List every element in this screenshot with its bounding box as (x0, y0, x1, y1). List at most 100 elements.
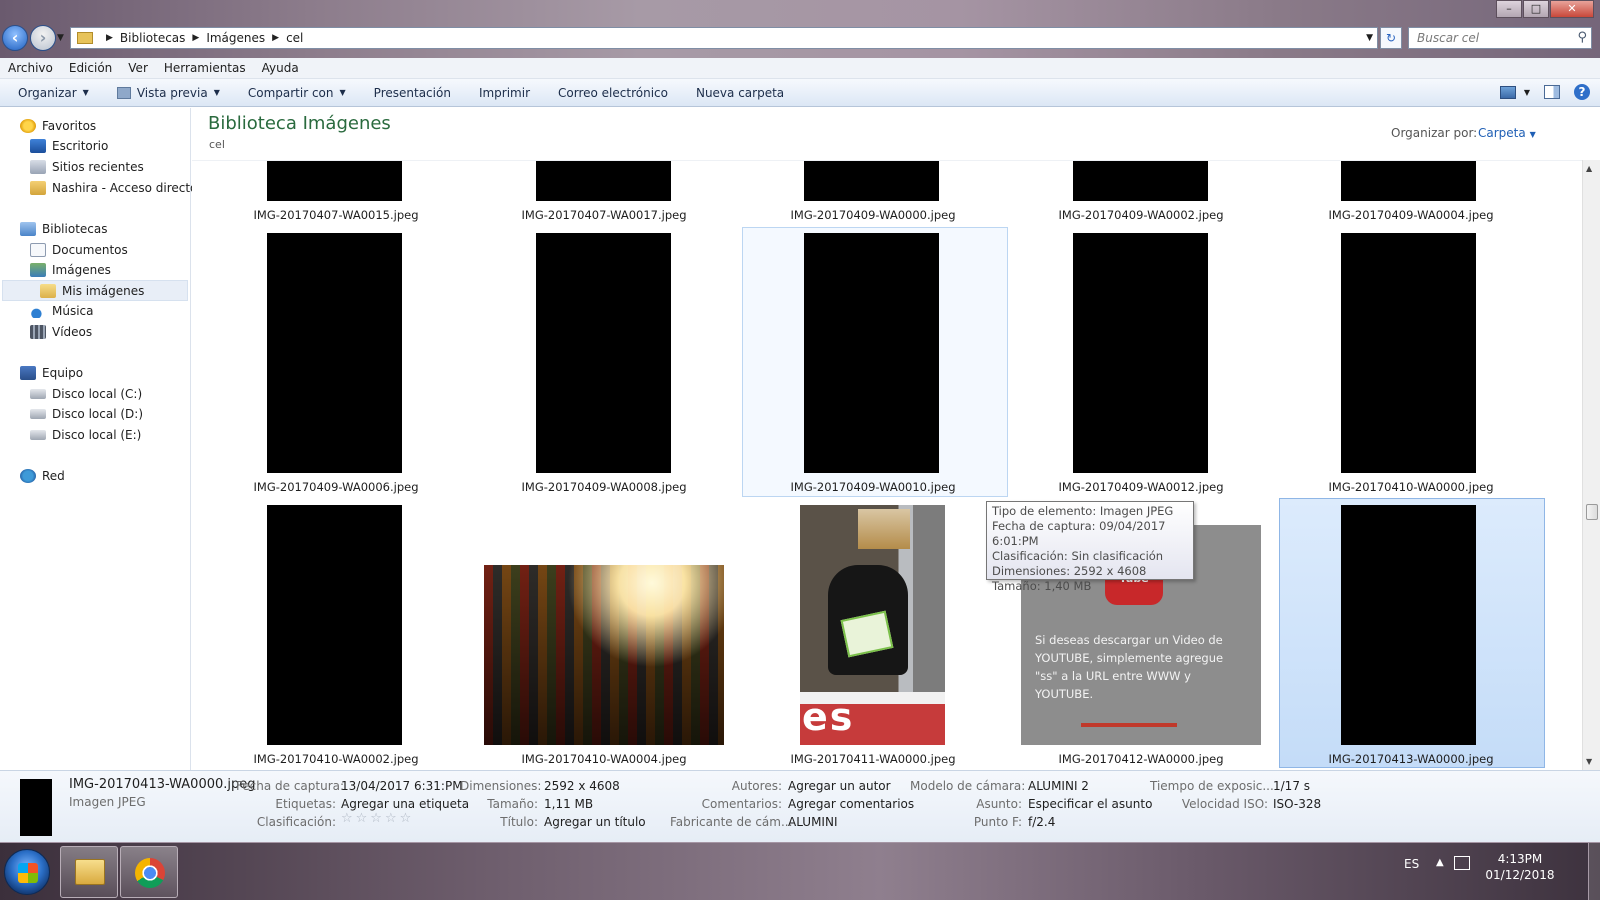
detail-label: Asunto: (976, 797, 1022, 811)
star-icon (20, 119, 36, 133)
scrollbar-thumb[interactable] (1586, 504, 1598, 520)
refresh-button[interactable]: ↻ (1380, 27, 1402, 49)
address-bar[interactable]: ▶ Bibliotecas ▶ Imágenes ▶ cel ▼ (70, 27, 1378, 49)
view-options-dropdown-icon[interactable]: ▼ (1524, 88, 1530, 97)
image-thumbnail (536, 233, 671, 473)
fstop-value[interactable]: f/2.4 (1028, 815, 1055, 829)
menu-view[interactable]: Ver (120, 61, 156, 75)
vertical-scrollbar[interactable]: ▲ ▼ (1582, 160, 1600, 770)
search-input[interactable]: Buscar cel ⚲ (1408, 27, 1592, 49)
subject-value[interactable]: Especificar el asunto (1028, 797, 1152, 811)
action-center-icon[interactable] (1454, 856, 1470, 870)
nav-favorites[interactable]: Favoritos (20, 116, 96, 136)
breadcrumb-separator-icon[interactable]: ▶ (192, 33, 199, 43)
dimensions-value: 2592 x 4608 (544, 779, 620, 793)
nav-documents[interactable]: Documentos (30, 240, 128, 260)
nav-label: Sitios recientes (52, 160, 144, 174)
file-name: IMG-20170407-WA0015.jpeg (253, 208, 419, 222)
clock[interactable]: 4:13PM 01/12/2018 (1484, 851, 1556, 883)
preview-button[interactable]: Vista previa ▼ (103, 86, 234, 100)
menu-help[interactable]: Ayuda (254, 61, 307, 75)
slideshow-button[interactable]: Presentación (360, 86, 465, 100)
detail-label: Tamaño: (487, 797, 538, 811)
email-button[interactable]: Correo electrónico (544, 86, 682, 100)
taskbar-chrome-button[interactable] (120, 846, 178, 898)
show-desktop-button[interactable] (1588, 843, 1600, 900)
show-hidden-icons[interactable]: ▲ (1436, 857, 1444, 868)
breadcrumb-libraries[interactable]: Bibliotecas (120, 31, 185, 45)
date-taken-value[interactable]: 13/04/2017 6:31:PM (341, 779, 463, 793)
menu-edit[interactable]: Edición (61, 61, 120, 75)
nav-videos[interactable]: Vídeos (30, 322, 92, 342)
recent-pages-dropdown-icon[interactable]: ▼ (57, 33, 64, 43)
detail-label: Dimensiones: (460, 779, 542, 793)
detail-label: Etiquetas: (275, 797, 336, 811)
folder-icon (77, 32, 93, 44)
address-dropdown-icon[interactable]: ▼ (1366, 33, 1373, 43)
library-title: Biblioteca Imágenes (208, 113, 391, 134)
rating-stars[interactable]: ☆☆☆☆☆ (341, 811, 414, 826)
minimize-button[interactable]: – (1496, 0, 1522, 18)
iso-value[interactable]: ISO-328 (1273, 797, 1321, 811)
arrange-by-label: Organizar por: (1391, 126, 1478, 140)
detail-label: Autores: (731, 779, 782, 793)
back-button[interactable]: ‹ (2, 25, 28, 51)
nav-disk-c[interactable]: Disco local (C:) (30, 384, 142, 404)
share-label: Compartir con (247, 85, 334, 100)
nav-label: Disco local (E:) (52, 428, 142, 442)
nav-label: Bibliotecas (42, 222, 108, 236)
camera-model-value[interactable]: ALUMINI 2 (1028, 779, 1089, 793)
image-thumbnail (1341, 233, 1476, 473)
new-folder-button[interactable]: Nueva carpeta (682, 86, 798, 100)
tags-value[interactable]: Agregar una etiqueta (341, 797, 469, 811)
detail-label: Comentarios: (701, 797, 782, 811)
search-icon[interactable]: ⚲ (1577, 30, 1587, 45)
nav-disk-e[interactable]: Disco local (E:) (30, 425, 141, 445)
image-thumbnail (536, 161, 671, 201)
language-indicator[interactable]: ES (1404, 857, 1419, 871)
nav-shortcut[interactable]: Nashira - Acceso directo (30, 178, 197, 198)
arrange-by-dropdown[interactable]: Carpeta ▼ (1478, 126, 1536, 140)
nav-network[interactable]: Red (20, 466, 65, 486)
detail-label: Fecha de captura: (236, 779, 345, 793)
nav-recent-places[interactable]: Sitios recientes (30, 157, 144, 177)
help-icon[interactable]: ? (1574, 84, 1590, 100)
organize-button[interactable]: Organizar ▼ (0, 86, 103, 100)
print-button[interactable]: Imprimir (465, 86, 544, 100)
documents-icon (30, 243, 46, 257)
detail-label: Tiempo de exposic... (1150, 779, 1274, 793)
maximize-button[interactable]: □ (1523, 0, 1549, 18)
menu-file[interactable]: Archivo (0, 61, 61, 75)
breadcrumb-separator-icon[interactable]: ▶ (272, 33, 279, 43)
nav-my-pictures[interactable]: Mis imágenes (40, 281, 144, 301)
breadcrumb-cel[interactable]: cel (286, 31, 303, 45)
authors-value[interactable]: Agregar un autor (788, 779, 891, 793)
nav-disk-d[interactable]: Disco local (D:) (30, 404, 143, 424)
close-button[interactable]: ✕ (1550, 0, 1594, 18)
nav-computer[interactable]: Equipo (20, 363, 83, 383)
hard-drive-icon (30, 389, 46, 399)
taskbar-explorer-button[interactable] (60, 846, 118, 898)
camera-maker-value[interactable]: ALUMINI (788, 815, 838, 829)
scroll-down-icon[interactable]: ▼ (1586, 757, 1592, 766)
file-name: IMG-20170409-WA0002.jpeg (1058, 208, 1224, 222)
nav-desktop[interactable]: Escritorio (30, 136, 108, 156)
nav-libraries[interactable]: Bibliotecas (20, 219, 107, 239)
menu-tools[interactable]: Herramientas (156, 61, 254, 75)
nav-pictures[interactable]: Imágenes (30, 260, 111, 280)
comments-value[interactable]: Agregar comentarios (788, 797, 914, 811)
detail-label: Fabricante de cám... (670, 815, 793, 829)
preview-pane-icon[interactable] (1544, 85, 1560, 99)
file-name: IMG-20170409-WA0008.jpeg (521, 480, 687, 494)
breadcrumb-pictures[interactable]: Imágenes (206, 31, 265, 45)
exposure-value[interactable]: 1/17 s (1273, 779, 1310, 793)
share-button[interactable]: Compartir con ▼ (234, 86, 360, 100)
organize-label: Organizar (18, 85, 77, 100)
forward-button[interactable]: › (30, 25, 56, 51)
change-view-icon[interactable] (1499, 85, 1516, 99)
start-button[interactable] (4, 849, 50, 895)
scroll-up-icon[interactable]: ▲ (1586, 164, 1592, 173)
breadcrumb-separator-icon[interactable]: ▶ (106, 33, 113, 43)
nav-music[interactable]: Música (30, 301, 94, 321)
title-value[interactable]: Agregar un título (544, 815, 646, 829)
